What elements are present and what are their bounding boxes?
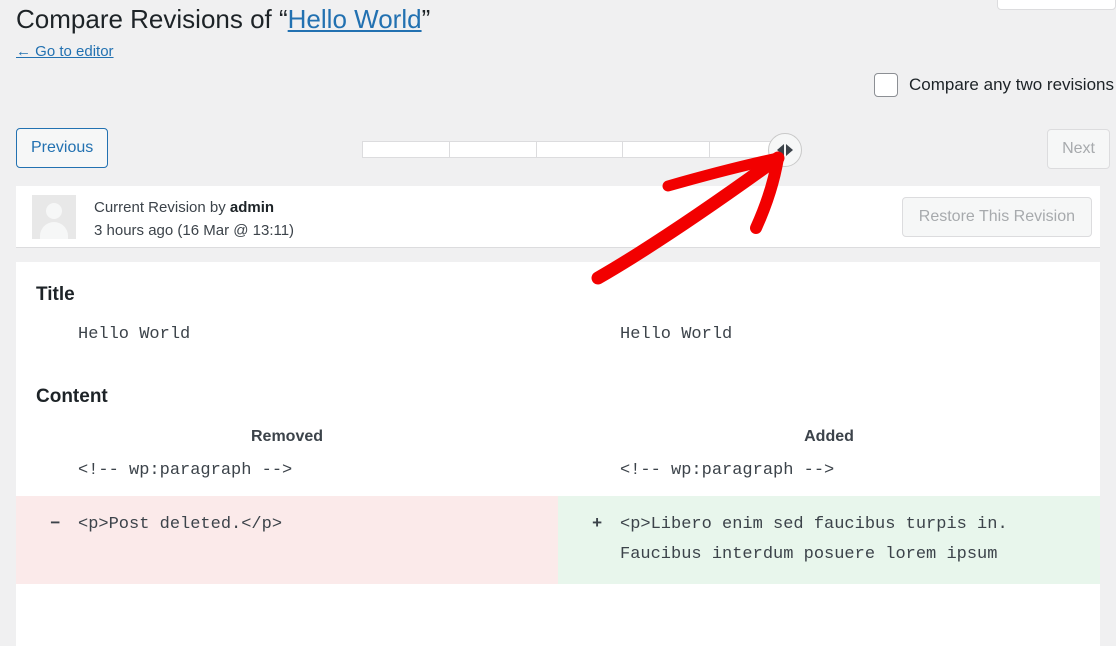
post-title-link[interactable]: Hello World (288, 4, 422, 34)
diff-unchanged-right: <!-- wp:paragraph --> (620, 461, 835, 480)
avatar (32, 195, 76, 239)
slider-tick (363, 142, 450, 157)
diff-column-headers: Removed Added (16, 408, 1100, 446)
avatar-head-icon (46, 203, 62, 219)
revision-slider-handle[interactable] (768, 133, 802, 167)
diff-added-cell: + <p>Libero enim sed faucibus turpis in.… (558, 496, 1100, 584)
removed-sign: − (50, 515, 61, 534)
slider-tick (537, 142, 624, 157)
revision-by-text: Current Revision by (94, 199, 230, 216)
restore-this-revision-button[interactable]: Restore This Revision (901, 197, 1092, 237)
revision-slider[interactable] (346, 133, 810, 167)
revision-author-line: Current Revision by admin (94, 196, 294, 219)
page-header: Compare Revisions of “Hello World” ← Go … (16, 0, 1116, 62)
go-to-editor-link[interactable]: ← Go to editor (16, 42, 114, 62)
added-sign: + (592, 515, 603, 534)
diff-title-right: Hello World (620, 325, 733, 344)
left-arrow-icon (777, 144, 784, 156)
diff-heading-title: Title (36, 284, 75, 305)
compare-any-two-revisions-toggle[interactable]: Compare any two revisions (873, 73, 1114, 97)
diff-row: Hello World Hello World (16, 306, 1100, 364)
page-title-prefix: Compare Revisions of “ (16, 4, 288, 34)
revisions-controls: Previous Next (16, 128, 1110, 172)
compare-checkbox[interactable] (873, 73, 898, 97)
compare-checkbox-label: Compare any two revisions (908, 75, 1114, 94)
slider-tick (623, 142, 711, 157)
diff-removed-cell: − <p>Post deleted.</p> (16, 496, 558, 584)
diff-unchanged-left: <!-- wp:paragraph --> (78, 461, 293, 480)
slider-tick (450, 142, 537, 157)
column-header-added: Added (804, 428, 854, 445)
avatar-body-icon (40, 222, 68, 239)
diff-row-changed: − <p>Post deleted.</p> + <p>Libero enim … (16, 496, 1100, 584)
revision-timestamp: 3 hours ago (16 Mar @ 13:11) (94, 222, 295, 239)
diff-row-unchanged: <!-- wp:paragraph --> <!-- wp:paragraph … (16, 446, 1100, 496)
diff-heading-content: Content (36, 386, 108, 407)
page-title: Compare Revisions of “Hello World” (16, 0, 1116, 38)
diff-added-line-1: <p>Libero enim sed faucibus turpis in. (620, 515, 1008, 534)
next-button[interactable]: Next (1047, 129, 1110, 169)
diff-added-line-2: Faucibus interdum posuere lorem ipsum (620, 545, 998, 564)
previous-button[interactable]: Previous (16, 128, 109, 168)
revision-slider-track[interactable] (362, 141, 797, 158)
revision-meta-bar: Current Revision by admin 3 hours ago (1… (16, 186, 1100, 248)
page-title-suffix: ” (421, 4, 431, 34)
diff-title-left: Hello World (78, 325, 191, 344)
diff-removed-text: <p>Post deleted.</p> (78, 515, 283, 534)
diff-panel: Title Hello World Hello World Content Re… (16, 262, 1100, 646)
column-header-removed: Removed (250, 428, 324, 445)
revision-author: admin (229, 199, 275, 216)
right-arrow-icon (786, 144, 793, 156)
revision-info: Current Revision by admin 3 hours ago (1… (94, 196, 294, 242)
